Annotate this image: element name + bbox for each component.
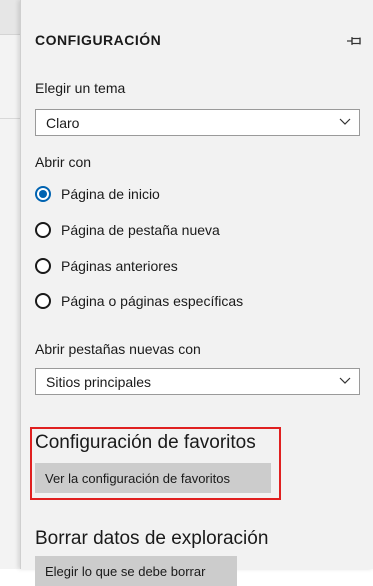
theme-label: Elegir un tema <box>35 80 126 96</box>
radio-label: Página de inicio <box>61 186 160 202</box>
view-favorites-settings-button[interactable]: Ver la configuración de favoritos <box>35 463 271 493</box>
theme-select[interactable]: Claro <box>35 109 360 136</box>
favorites-heading: Configuración de favoritos <box>35 432 256 453</box>
clear-data-heading: Borrar datos de exploración <box>35 528 269 549</box>
choose-what-to-clear-button[interactable]: Elegir lo que se debe borrar <box>35 556 237 586</box>
theme-select-value: Claro <box>46 115 80 131</box>
radio-label: Página o páginas específicas <box>61 293 244 309</box>
new-tabs-select[interactable]: Sitios principales <box>35 368 360 395</box>
radio-button[interactable] <box>35 258 51 274</box>
new-tabs-label: Abrir pestañas nuevas con <box>35 341 201 357</box>
browser-background <box>0 0 20 569</box>
browser-tab-bar <box>0 0 20 35</box>
radio-button-checked[interactable] <box>35 186 51 202</box>
open-with-label: Abrir con <box>35 154 92 170</box>
settings-pane: CONFIGURACIÓN Elegir un tema Claro Abrir… <box>20 0 373 586</box>
chevron-down-icon <box>339 118 351 125</box>
radio-label: Páginas anteriores <box>61 258 178 274</box>
divider <box>0 118 20 119</box>
radio-button[interactable] <box>35 293 51 309</box>
pin-icon[interactable] <box>346 34 362 48</box>
chevron-down-icon <box>339 377 351 384</box>
radio-button[interactable] <box>35 222 51 238</box>
radio-label: Página de pestaña nueva <box>61 222 220 238</box>
pane-header: CONFIGURACIÓN <box>35 30 364 54</box>
pane-title: CONFIGURACIÓN <box>35 32 162 48</box>
new-tabs-select-value: Sitios principales <box>46 374 152 390</box>
